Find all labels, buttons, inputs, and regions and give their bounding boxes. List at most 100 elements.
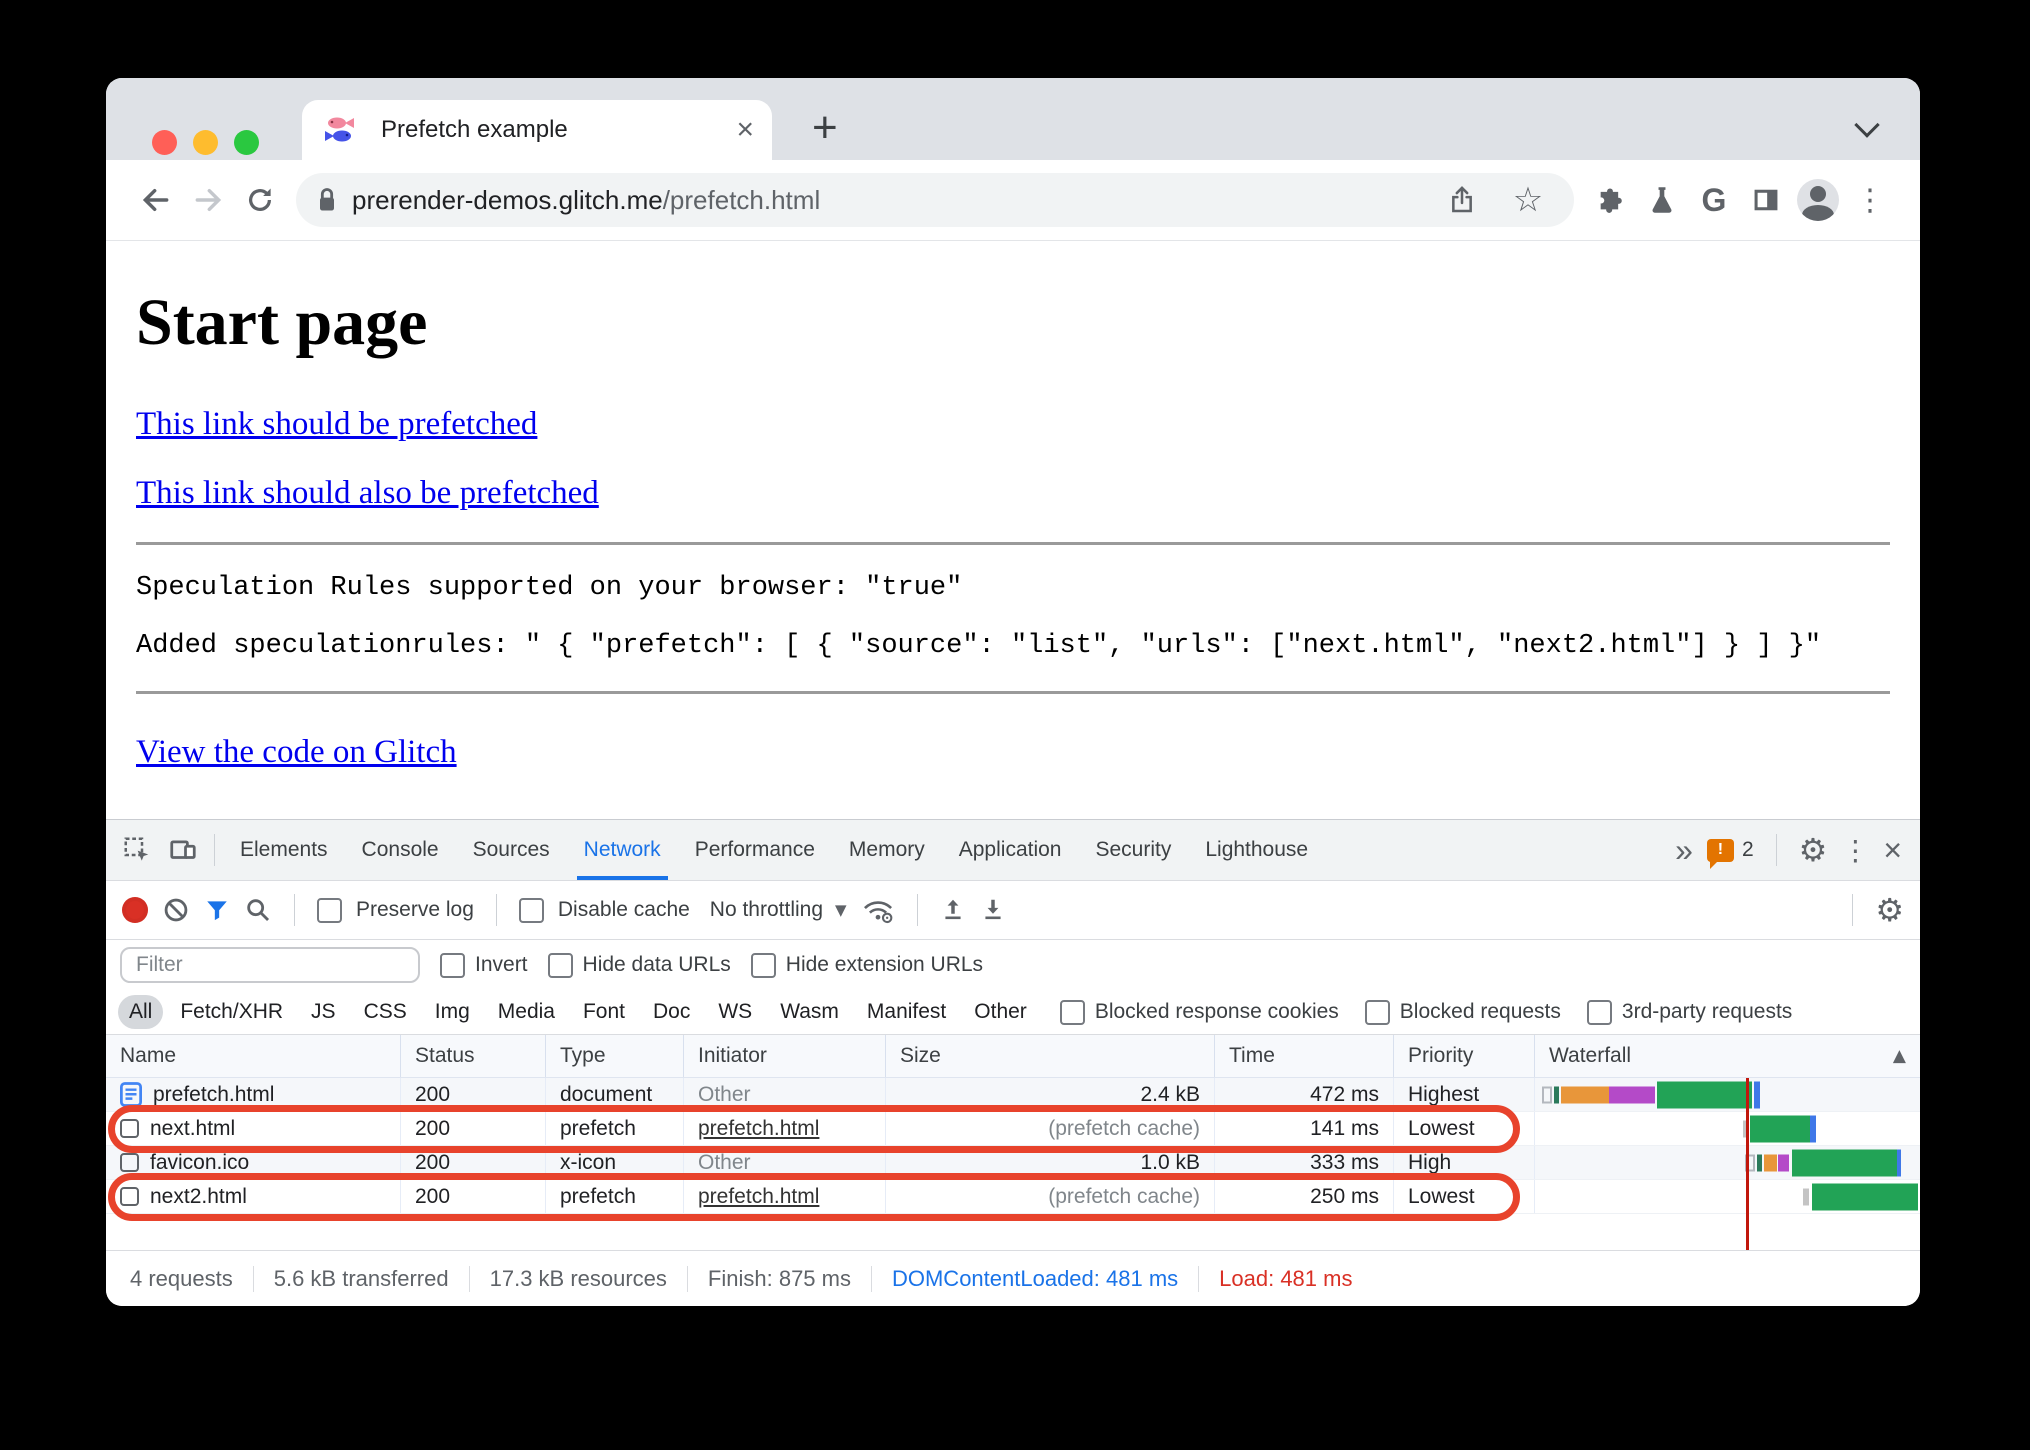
- prefetch-link-2[interactable]: This link should also be prefetched: [136, 475, 1890, 512]
- chip-other[interactable]: Other: [963, 995, 1038, 1029]
- column-header-name[interactable]: Name: [106, 1035, 401, 1077]
- table-row[interactable]: favicon.ico 200 x-icon Other 1.0 kB 333 …: [106, 1146, 1920, 1180]
- filter-funnel-icon[interactable]: [204, 897, 230, 923]
- table-row[interactable]: prefetch.html 200 document Other 2.4 kB …: [106, 1078, 1920, 1112]
- tab-network[interactable]: Network: [567, 820, 678, 880]
- issues-count: 2: [1741, 838, 1754, 861]
- type-cell: document: [546, 1078, 684, 1111]
- network-toolbar-right: ⚙: [1844, 894, 1904, 926]
- chip-ws[interactable]: WS: [707, 995, 763, 1029]
- tab-security[interactable]: Security: [1078, 820, 1188, 880]
- table-row[interactable]: next.html 200 prefetch prefetch.html (pr…: [106, 1112, 1920, 1146]
- inspect-element-icon[interactable]: [114, 827, 160, 873]
- google-icon[interactable]: G: [1688, 174, 1740, 226]
- devtools-tabbar-right: » ! 2 ⚙ ⋮ ×: [1675, 832, 1912, 869]
- tab-elements[interactable]: Elements: [223, 820, 345, 880]
- profile-avatar[interactable]: [1792, 174, 1844, 226]
- invert-filter[interactable]: Invert: [440, 952, 528, 978]
- chip-js[interactable]: JS: [300, 995, 347, 1029]
- network-conditions-wifi-icon[interactable]: [861, 896, 895, 924]
- chip-all[interactable]: All: [118, 995, 164, 1029]
- tab-console[interactable]: Console: [345, 820, 456, 880]
- more-tabs-icon[interactable]: »: [1675, 832, 1693, 869]
- close-window-button[interactable]: [152, 130, 177, 155]
- column-header-waterfall[interactable]: Waterfall ▲: [1535, 1035, 1920, 1077]
- filter-input[interactable]: [120, 947, 420, 983]
- chip-css[interactable]: CSS: [353, 995, 418, 1029]
- initiator-link[interactable]: prefetch.html: [698, 1117, 819, 1141]
- forward-button[interactable]: [182, 174, 234, 226]
- preserve-log-checkbox[interactable]: [317, 897, 342, 923]
- bookmark-star-icon[interactable]: ☆: [1502, 174, 1554, 226]
- hide-extension-urls[interactable]: Hide extension URLs: [750, 952, 983, 978]
- request-name: favicon.ico: [150, 1150, 250, 1174]
- throttling-dropdown[interactable]: No throttling ▼: [710, 898, 847, 922]
- table-row[interactable]: next2.html 200 prefetch prefetch.html (p…: [106, 1180, 1920, 1214]
- search-icon[interactable]: [244, 896, 272, 924]
- browser-tab[interactable]: Prefetch example ×: [302, 100, 772, 160]
- reload-button[interactable]: [234, 174, 286, 226]
- tab-close-icon[interactable]: ×: [736, 115, 754, 145]
- column-header-priority[interactable]: Priority: [1394, 1035, 1535, 1077]
- blocked-requests[interactable]: Blocked requests: [1364, 999, 1561, 1025]
- column-header-type[interactable]: Type: [546, 1035, 684, 1077]
- devtools-settings-gear-icon[interactable]: ⚙: [1799, 834, 1828, 866]
- network-settings-gear-icon[interactable]: ⚙: [1875, 894, 1904, 926]
- share-icon[interactable]: [1436, 174, 1488, 226]
- prefetch-link-1[interactable]: This link should be prefetched: [136, 406, 1890, 443]
- side-panel-icon[interactable]: [1740, 174, 1792, 226]
- disable-cache-checkbox[interactable]: [518, 897, 544, 923]
- third-party-requests[interactable]: 3rd-party requests: [1586, 999, 1792, 1025]
- tab-application[interactable]: Application: [942, 820, 1079, 880]
- chip-wasm[interactable]: Wasm: [769, 995, 850, 1029]
- divider: [495, 894, 497, 926]
- hide-extension-urls-checkbox[interactable]: [750, 952, 776, 978]
- tab-performance[interactable]: Performance: [678, 820, 832, 880]
- hide-data-urls[interactable]: Hide data URLs: [547, 952, 731, 978]
- blocked-response-cookies-checkbox[interactable]: [1059, 999, 1085, 1025]
- tab-lighthouse[interactable]: Lighthouse: [1188, 820, 1325, 880]
- flask-icon[interactable]: [1636, 174, 1688, 226]
- chip-fetch-xhr[interactable]: Fetch/XHR: [169, 995, 294, 1029]
- blocked-requests-checkbox[interactable]: [1364, 999, 1390, 1025]
- column-header-time[interactable]: Time: [1215, 1035, 1394, 1077]
- browser-menu-kebab-icon[interactable]: ⋮: [1844, 174, 1896, 226]
- chip-doc[interactable]: Doc: [642, 995, 701, 1029]
- issues-counter[interactable]: ! 2: [1706, 838, 1754, 869]
- tab-memory[interactable]: Memory: [832, 820, 942, 880]
- chip-font[interactable]: Font: [572, 995, 636, 1029]
- priority-cell: Highest: [1394, 1078, 1535, 1111]
- blocked-response-cookies[interactable]: Blocked response cookies: [1059, 999, 1339, 1025]
- devtools-menu-kebab-icon[interactable]: ⋮: [1841, 834, 1869, 867]
- file-icon: [120, 1187, 139, 1206]
- chip-img[interactable]: Img: [424, 995, 481, 1029]
- tab-sources[interactable]: Sources: [456, 820, 567, 880]
- minimize-window-button[interactable]: [193, 130, 218, 155]
- chip-manifest[interactable]: Manifest: [856, 995, 957, 1029]
- extensions-puzzle-icon[interactable]: [1584, 174, 1636, 226]
- devtools-close-icon[interactable]: ×: [1883, 832, 1902, 869]
- column-header-status[interactable]: Status: [401, 1035, 546, 1077]
- initiator-link[interactable]: prefetch.html: [698, 1185, 819, 1209]
- waterfall-cell: [1535, 1112, 1920, 1145]
- third-party-requests-checkbox[interactable]: [1586, 999, 1612, 1025]
- clear-network-log-icon[interactable]: [162, 896, 190, 924]
- invert-checkbox[interactable]: [440, 952, 465, 978]
- address-bar[interactable]: prerender-demos.glitch.me/prefetch.html …: [296, 173, 1574, 227]
- tab-favicon-fish-icon: [324, 115, 356, 145]
- device-toolbar-icon[interactable]: [160, 827, 206, 873]
- export-har-icon[interactable]: [980, 897, 1006, 923]
- chip-media[interactable]: Media: [487, 995, 566, 1029]
- waterfall-segment-connect: [1561, 1086, 1609, 1103]
- maximize-window-button[interactable]: [234, 130, 259, 155]
- hide-data-urls-checkbox[interactable]: [547, 952, 573, 978]
- glitch-code-link[interactable]: View the code on Glitch: [136, 734, 1890, 771]
- back-button[interactable]: [130, 174, 182, 226]
- column-header-initiator[interactable]: Initiator: [684, 1035, 886, 1077]
- column-header-size[interactable]: Size: [886, 1035, 1215, 1077]
- import-har-icon[interactable]: [940, 897, 966, 923]
- record-network-log-button[interactable]: [122, 897, 148, 923]
- tab-search-chevron-icon[interactable]: [1854, 112, 1880, 138]
- url-text[interactable]: prerender-demos.glitch.me/prefetch.html: [352, 185, 1422, 216]
- new-tab-button[interactable]: +: [812, 106, 838, 150]
